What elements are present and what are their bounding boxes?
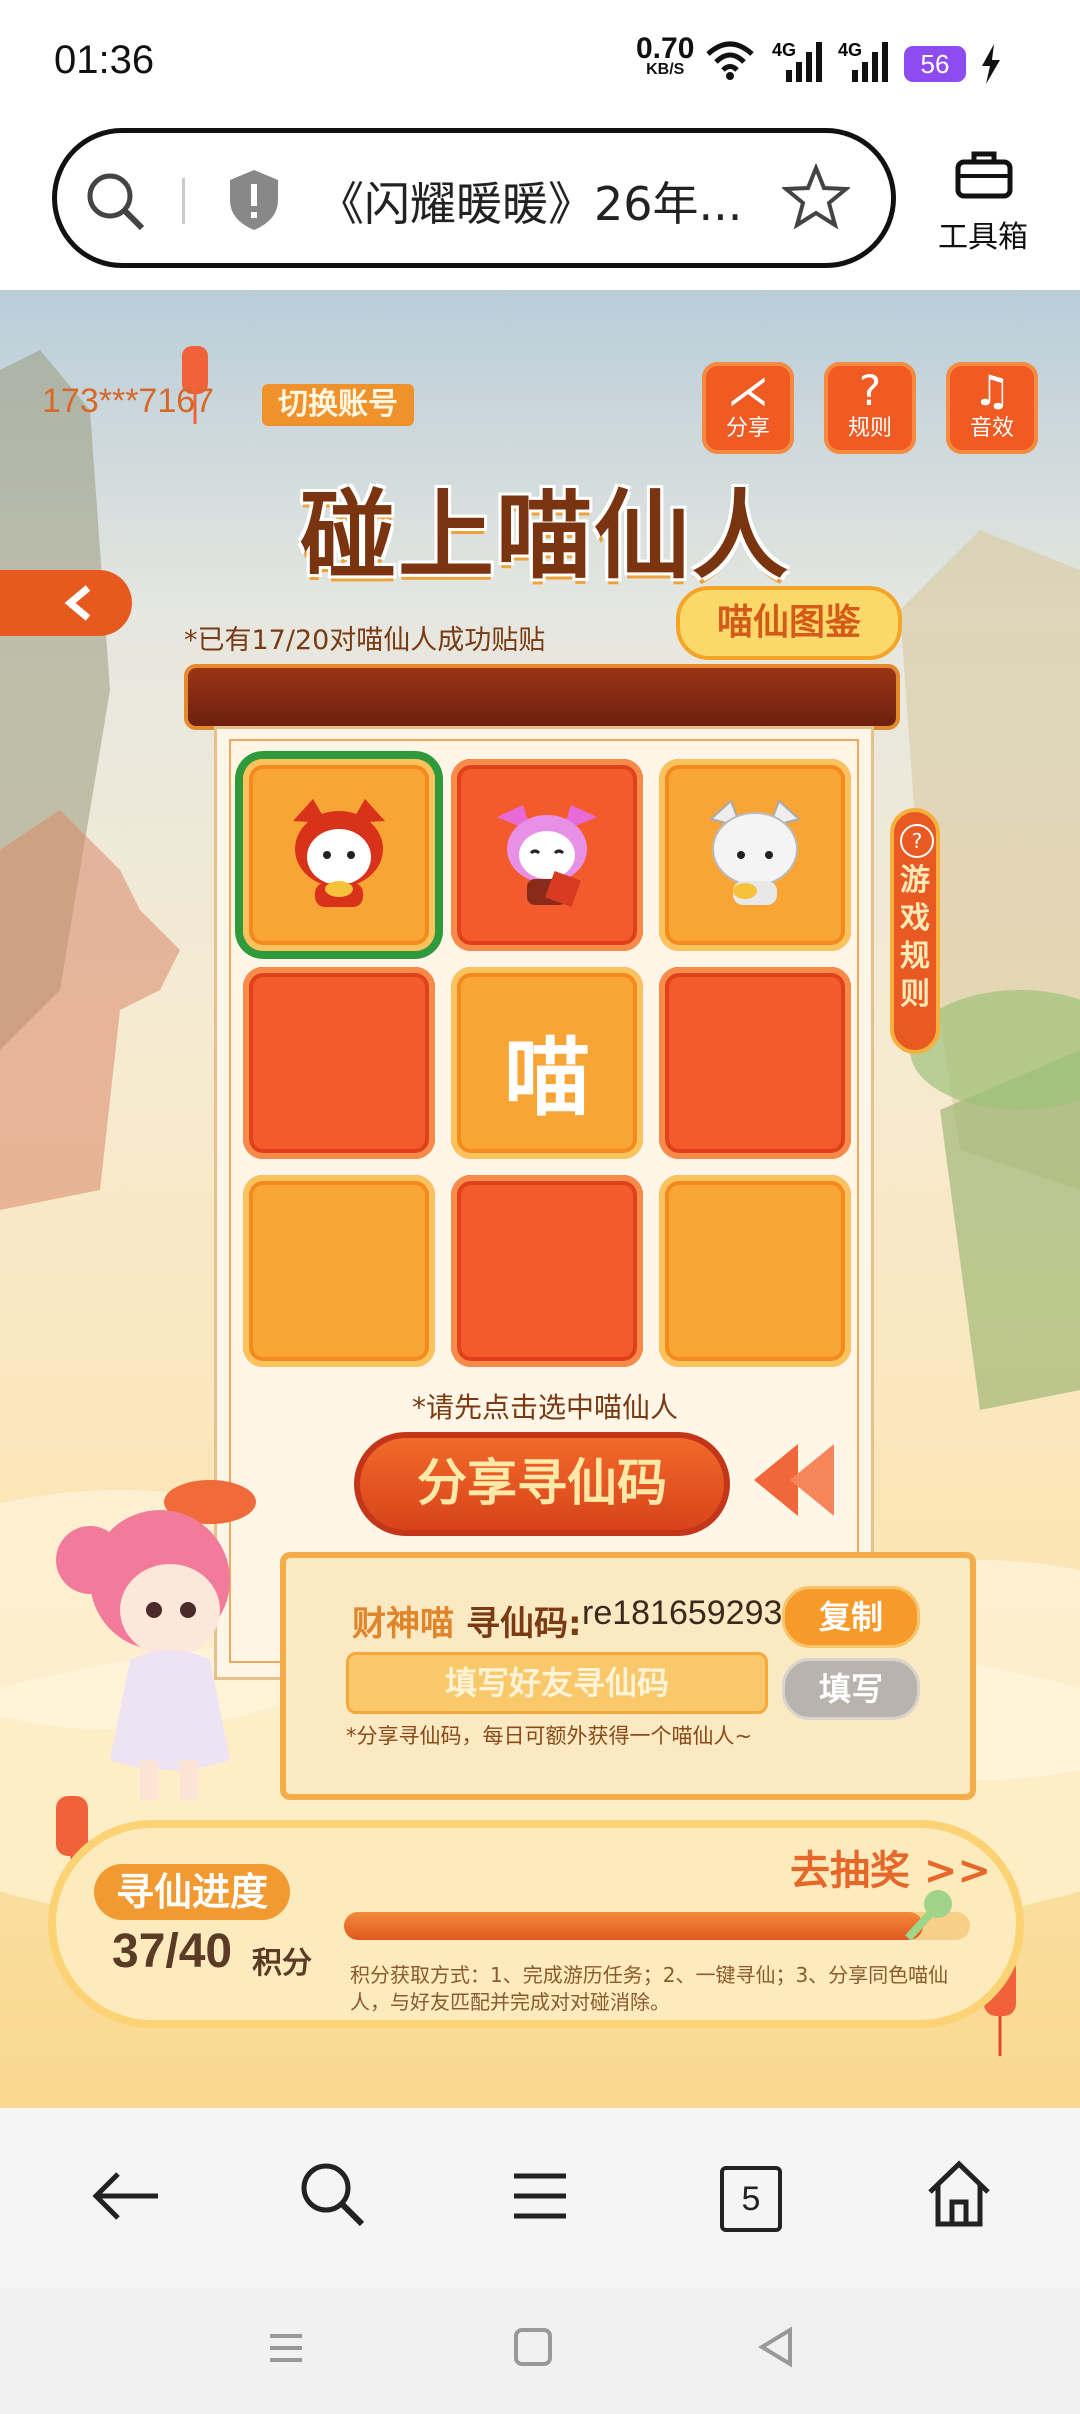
chevron-left-icon: [64, 585, 91, 621]
toolbox-label[interactable]: 工具箱: [938, 212, 1028, 256]
search-icon[interactable]: [84, 170, 146, 232]
tile-cat-white[interactable]: [659, 759, 851, 951]
white-cat-icon: [708, 799, 802, 905]
score-unit: 积分: [252, 1946, 312, 1981]
catalog-button[interactable]: 喵仙图鉴: [676, 586, 902, 660]
home-square-icon[interactable]: [512, 2326, 554, 2368]
code-note: *分享寻仙码，每日可额外获得一个喵仙人~: [346, 1724, 753, 1748]
help-icon: ?: [900, 824, 934, 858]
rules-icon: ?: [858, 366, 882, 415]
center-tile-text: 喵: [504, 1028, 590, 1128]
progress-label: 寻仙进度: [94, 1864, 290, 1920]
code-owner: 财神喵: [352, 1604, 454, 1644]
divider: [182, 178, 185, 224]
rules-button[interactable]: ? 规则: [824, 362, 916, 454]
status-time: 01:36: [54, 38, 155, 82]
search-icon[interactable]: [298, 2160, 368, 2230]
music-icon: ♫: [973, 366, 1011, 415]
game-board: 喵: [214, 726, 874, 1680]
fairy-girl-illustration: [56, 1480, 256, 1800]
share-button-label: 分享: [725, 416, 770, 441]
tile-cat-pink[interactable]: [451, 759, 643, 951]
page-title[interactable]: 《闪耀暖暖》26年...: [318, 168, 742, 234]
tile-center-miao[interactable]: 喵: [451, 967, 643, 1159]
share-code-button[interactable]: 分享寻仙码: [354, 1432, 730, 1536]
home-icon[interactable]: [924, 2158, 994, 2230]
pink-cat-icon: [497, 805, 597, 907]
battery-indicator: 56: [904, 46, 966, 82]
points-earning-note: 积分获取方式：1、完成游历任务；2、一键寻仙；3、分享同色喵仙人，与好友匹配并完…: [350, 1963, 949, 2014]
share-icon: ⋌: [727, 366, 769, 415]
back-arrow-icon[interactable]: [88, 2166, 160, 2226]
game-page: 173***7167 切换账号 ⋌ 分享 ? 规则 ♫ 音效 碰上喵仙人 *已有…: [0, 290, 1080, 2108]
security-shield-icon[interactable]: [226, 168, 282, 232]
red-cat-icon: [293, 799, 385, 907]
network-speed-value: 0.70: [636, 32, 695, 65]
game-title: 碰上喵仙人: [300, 480, 790, 592]
scroll-header: [188, 668, 896, 726]
menu-icon[interactable]: [510, 2168, 570, 2224]
game-rules-tab-label: 游戏规则: [900, 863, 930, 1012]
select-hint: *请先点击选中喵仙人: [412, 1391, 679, 1424]
rules-button-label: 规则: [847, 416, 892, 441]
game-rules-tab[interactable]: ? 游戏规则: [890, 808, 940, 1054]
fill-button[interactable]: 填写: [782, 1658, 920, 1720]
tabs-button[interactable]: 5: [720, 2166, 782, 2232]
friend-code-input[interactable]: 填写好友寻仙码: [346, 1652, 768, 1714]
wifi-icon: [706, 41, 754, 80]
recent-apps-icon[interactable]: [266, 2328, 306, 2368]
sound-button[interactable]: ♫ 音效: [946, 362, 1038, 454]
toolbox-icon[interactable]: [954, 148, 1014, 200]
back-triangle-icon[interactable]: [756, 2326, 796, 2368]
account-id: 173***7167: [42, 382, 215, 420]
charging-icon: [982, 44, 1000, 84]
progress-fill: [344, 1912, 924, 1940]
share-button[interactable]: ⋌ 分享: [702, 362, 794, 454]
bookmark-star-icon[interactable]: [782, 164, 850, 230]
code-label: 寻仙码:: [466, 1604, 582, 1644]
tile-hidden[interactable]: [243, 967, 435, 1159]
tile-hidden[interactable]: [243, 1175, 435, 1367]
network-speed: 0.70 KB/S: [636, 32, 695, 78]
paired-status: *已有17/20对喵仙人成功贴贴: [184, 625, 546, 656]
arrow-left-icon: [790, 1444, 834, 1516]
code-value: re181659293: [582, 1594, 783, 1632]
sound-button-label: 音效: [969, 416, 1014, 441]
switch-account-button[interactable]: 切换账号: [262, 384, 414, 426]
jade-ruyi-icon: [905, 1890, 952, 1941]
tile-hidden[interactable]: [659, 1175, 851, 1367]
tile-hidden[interactable]: [659, 967, 851, 1159]
tile-cat-red[interactable]: [243, 759, 435, 951]
tile-hidden[interactable]: [451, 1175, 643, 1367]
copy-button[interactable]: 复制: [782, 1586, 920, 1648]
score-value: 37/40: [112, 1925, 233, 1978]
back-button[interactable]: [0, 570, 132, 636]
